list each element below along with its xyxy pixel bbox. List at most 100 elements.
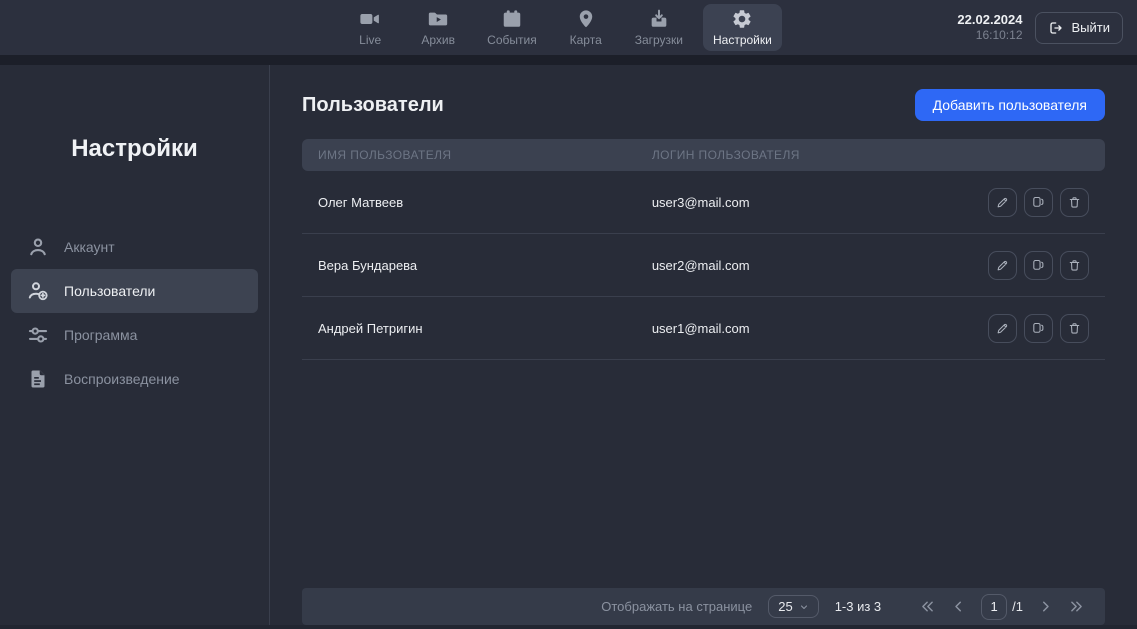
content-spacer (302, 360, 1105, 588)
map-pin-icon (575, 8, 597, 30)
next-page-button[interactable] (1037, 598, 1054, 615)
nav-item-label: Настройки (713, 33, 772, 47)
sidebar-item-account[interactable]: Аккаунт (11, 225, 258, 269)
edit-user-button[interactable] (988, 251, 1017, 280)
user-login: user2@mail.com (652, 258, 988, 273)
prev-page-button[interactable] (950, 598, 967, 615)
nav-item-live[interactable]: Live (341, 4, 399, 51)
users-table-header: ИМЯ ПОЛЬЗОВАТЕЛЯ ЛОГИН ПОЛЬЗОВАТЕЛЯ (302, 139, 1105, 171)
delete-user-button[interactable] (1060, 314, 1089, 343)
sidebar-item-label: Воспроизведение (64, 371, 180, 387)
person-add-icon (26, 279, 50, 303)
sidebar-item-label: Пользователи (64, 283, 155, 299)
copy-icon (1031, 195, 1046, 210)
top-bar: Live Архив События Карта (0, 0, 1137, 55)
time-text: 16:10:12 (957, 28, 1022, 43)
double-chevron-right-icon (1068, 598, 1085, 615)
gear-icon (731, 8, 753, 30)
nav-item-map[interactable]: Карта (557, 4, 615, 51)
window-divider (0, 55, 1137, 65)
copy-user-button[interactable] (1024, 251, 1053, 280)
nav-item-label: Карта (570, 33, 602, 47)
sidebar-item-label: Программа (64, 327, 137, 343)
app-window: Live Архив События Карта (0, 0, 1137, 629)
user-name: Олег Матвеев (318, 195, 652, 210)
logout-label: Выйти (1072, 20, 1111, 35)
add-user-button[interactable]: Добавить пользователя (915, 89, 1105, 121)
chevron-right-icon (1037, 598, 1054, 615)
logout-icon (1048, 20, 1064, 36)
trash-icon (1067, 195, 1082, 210)
first-page-button[interactable] (919, 598, 936, 615)
table-row: Олег Матвеев user3@mail.com (302, 171, 1105, 234)
delete-user-button[interactable] (1060, 251, 1089, 280)
user-login: user1@mail.com (652, 321, 988, 336)
copy-icon (1031, 258, 1046, 273)
logout-button[interactable]: Выйти (1035, 12, 1124, 44)
pager-arrows: 1 /1 (919, 594, 1085, 620)
body: Настройки Аккаунт Пользователи (0, 65, 1137, 625)
user-name: Андрей Петригин (318, 321, 652, 336)
per-page-value: 25 (778, 599, 792, 614)
copy-user-button[interactable] (1024, 314, 1053, 343)
table-row: Вера Бундарева user2@mail.com (302, 234, 1105, 297)
column-header-username: ИМЯ ПОЛЬЗОВАТЕЛЯ (318, 148, 652, 162)
pagination-bar: Отображать на странице 25 1-3 из 3 1 /1 (302, 588, 1105, 625)
copy-user-button[interactable] (1024, 188, 1053, 217)
person-icon (26, 235, 50, 259)
current-page-box[interactable]: 1 (981, 594, 1007, 620)
download-icon (648, 8, 670, 30)
content-header: Пользователи Добавить пользователя (302, 89, 1105, 121)
sliders-icon (26, 323, 50, 347)
chevron-down-icon (799, 602, 809, 612)
delete-user-button[interactable] (1060, 188, 1089, 217)
copy-icon (1031, 321, 1046, 336)
sidebar-item-label: Аккаунт (64, 239, 115, 255)
edit-user-button[interactable] (988, 314, 1017, 343)
pencil-icon (995, 321, 1010, 336)
datetime-display: 22.02.2024 16:10:12 (957, 12, 1022, 43)
page-title: Пользователи (302, 94, 444, 117)
pencil-icon (995, 195, 1010, 210)
nav-item-label: События (487, 33, 537, 47)
nav-item-label: Архив (421, 33, 455, 47)
page-indicator: 1 /1 (981, 594, 1023, 620)
per-page-select[interactable]: 25 (768, 595, 818, 618)
last-page-button[interactable] (1068, 598, 1085, 615)
nav-item-label: Загрузки (635, 33, 683, 47)
user-name: Вера Бундарева (318, 258, 652, 273)
total-pages-text: /1 (1012, 599, 1023, 614)
video-camera-icon (359, 8, 381, 30)
per-page-label: Отображать на странице (601, 599, 752, 614)
sidebar-item-users[interactable]: Пользователи (11, 269, 258, 313)
sidebar-title: Настройки (0, 135, 269, 163)
nav-item-settings[interactable]: Настройки (703, 4, 782, 51)
row-actions (988, 251, 1089, 280)
row-actions (988, 188, 1089, 217)
edit-user-button[interactable] (988, 188, 1017, 217)
topbar-right: 22.02.2024 16:10:12 Выйти (782, 12, 1137, 44)
table-row: Андрей Петригин user1@mail.com (302, 297, 1105, 360)
sidebar-menu: Аккаунт Пользователи Программа (0, 225, 269, 401)
archive-folder-icon (427, 8, 449, 30)
row-actions (988, 314, 1089, 343)
nav-item-label: Live (359, 33, 381, 47)
main-content: Пользователи Добавить пользователя ИМЯ П… (270, 65, 1137, 625)
nav-item-downloads[interactable]: Загрузки (625, 4, 693, 51)
user-login: user3@mail.com (652, 195, 988, 210)
trash-icon (1067, 321, 1082, 336)
nav-item-archive[interactable]: Архив (409, 4, 467, 51)
document-icon (26, 367, 50, 391)
top-nav: Live Архив События Карта (341, 4, 782, 51)
sidebar-item-playback[interactable]: Воспроизведение (11, 357, 258, 401)
double-chevron-left-icon (919, 598, 936, 615)
sidebar-item-program[interactable]: Программа (11, 313, 258, 357)
bottom-edge-band (0, 625, 1137, 629)
nav-item-events[interactable]: События (477, 4, 547, 51)
chevron-left-icon (950, 598, 967, 615)
trash-icon (1067, 258, 1082, 273)
date-text: 22.02.2024 (957, 12, 1022, 28)
settings-sidebar: Настройки Аккаунт Пользователи (0, 65, 270, 625)
pencil-icon (995, 258, 1010, 273)
column-header-login: ЛОГИН ПОЛЬЗОВАТЕЛЯ (652, 148, 1089, 162)
